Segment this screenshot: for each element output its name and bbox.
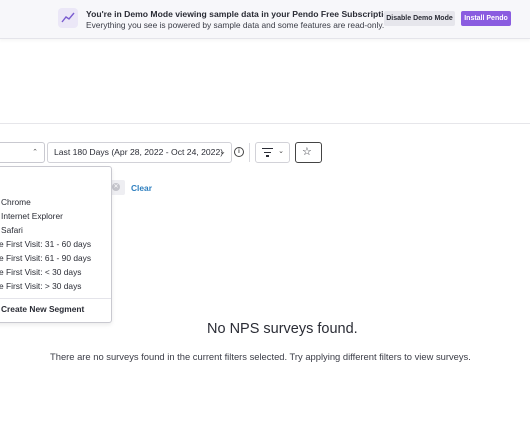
segment-select[interactable]: ⌃ xyxy=(0,142,45,163)
filter-button[interactable]: ⌄ xyxy=(255,142,290,163)
section-divider xyxy=(0,123,530,124)
chevron-up-icon: ⌃ xyxy=(32,149,38,156)
create-new-segment-item[interactable]: Create New Segment xyxy=(0,302,111,316)
banner-title: You're in Demo Mode viewing sample data … xyxy=(86,9,394,19)
dropdown-item-label: Internet Explorer xyxy=(1,211,63,221)
dropdown-item-label: e First Visit: 61 - 90 days xyxy=(0,253,92,263)
empty-state-description: There are no surveys found in the curren… xyxy=(50,351,471,362)
dropdown-item-label: Chrome xyxy=(1,197,31,207)
clear-link[interactable]: Clear xyxy=(131,183,152,193)
dropdown-item-label: Safari xyxy=(1,225,23,235)
dropdown-item-label: e First Visit: < 30 days xyxy=(0,267,82,277)
dropdown-item-internet-explorer[interactable]: Internet Explorer xyxy=(0,209,111,223)
dropdown-item-first-visit-31-60[interactable]: e First Visit: 31 - 60 days xyxy=(0,237,111,251)
disable-demo-mode-button[interactable]: Disable Demo Mode xyxy=(384,11,455,26)
dropdown-item-label: e First Visit: > 30 days xyxy=(0,281,82,291)
dropdown-item-first-visit-over-30[interactable]: e First Visit: > 30 days xyxy=(0,279,111,293)
dropdown-item-chrome[interactable]: Chrome xyxy=(0,195,111,209)
chevron-down-icon: ⌄ xyxy=(219,147,226,156)
close-icon[interactable]: ✕ xyxy=(112,183,120,191)
dropdown-item-first-visit-61-90[interactable]: e First Visit: 61 - 90 days xyxy=(0,251,111,265)
demo-mode-banner: You're in Demo Mode viewing sample data … xyxy=(0,0,530,39)
empty-state-title: No NPS surveys found. xyxy=(207,321,358,337)
favorite-button[interactable]: ☆ xyxy=(295,142,322,163)
install-pendo-button[interactable]: Install Pendo xyxy=(461,11,511,26)
dropdown-item-label: e First Visit: 31 - 60 days xyxy=(0,239,92,249)
trend-line-icon xyxy=(58,8,78,28)
date-range-label: Last 180 Days (Apr 28, 2022 - Oct 24, 20… xyxy=(54,147,224,157)
dropdown-item-first-visit-under-30[interactable]: e First Visit: < 30 days xyxy=(0,265,111,279)
info-icon[interactable]: i xyxy=(234,147,244,157)
filter-icon xyxy=(262,148,273,159)
toolbar-separator xyxy=(249,143,250,162)
banner-subtitle: Everything you see is powered by sample … xyxy=(86,20,385,30)
segment-dropdown: Chrome Internet Explorer Safari e First … xyxy=(0,166,112,323)
create-new-segment-label: Create New Segment xyxy=(1,304,85,314)
date-range-select[interactable]: Last 180 Days (Apr 28, 2022 - Oct 24, 20… xyxy=(47,142,232,163)
chevron-down-icon: ⌄ xyxy=(278,148,284,155)
star-icon: ☆ xyxy=(302,146,312,158)
dropdown-divider xyxy=(0,298,111,299)
dropdown-item-safari[interactable]: Safari xyxy=(0,223,111,237)
